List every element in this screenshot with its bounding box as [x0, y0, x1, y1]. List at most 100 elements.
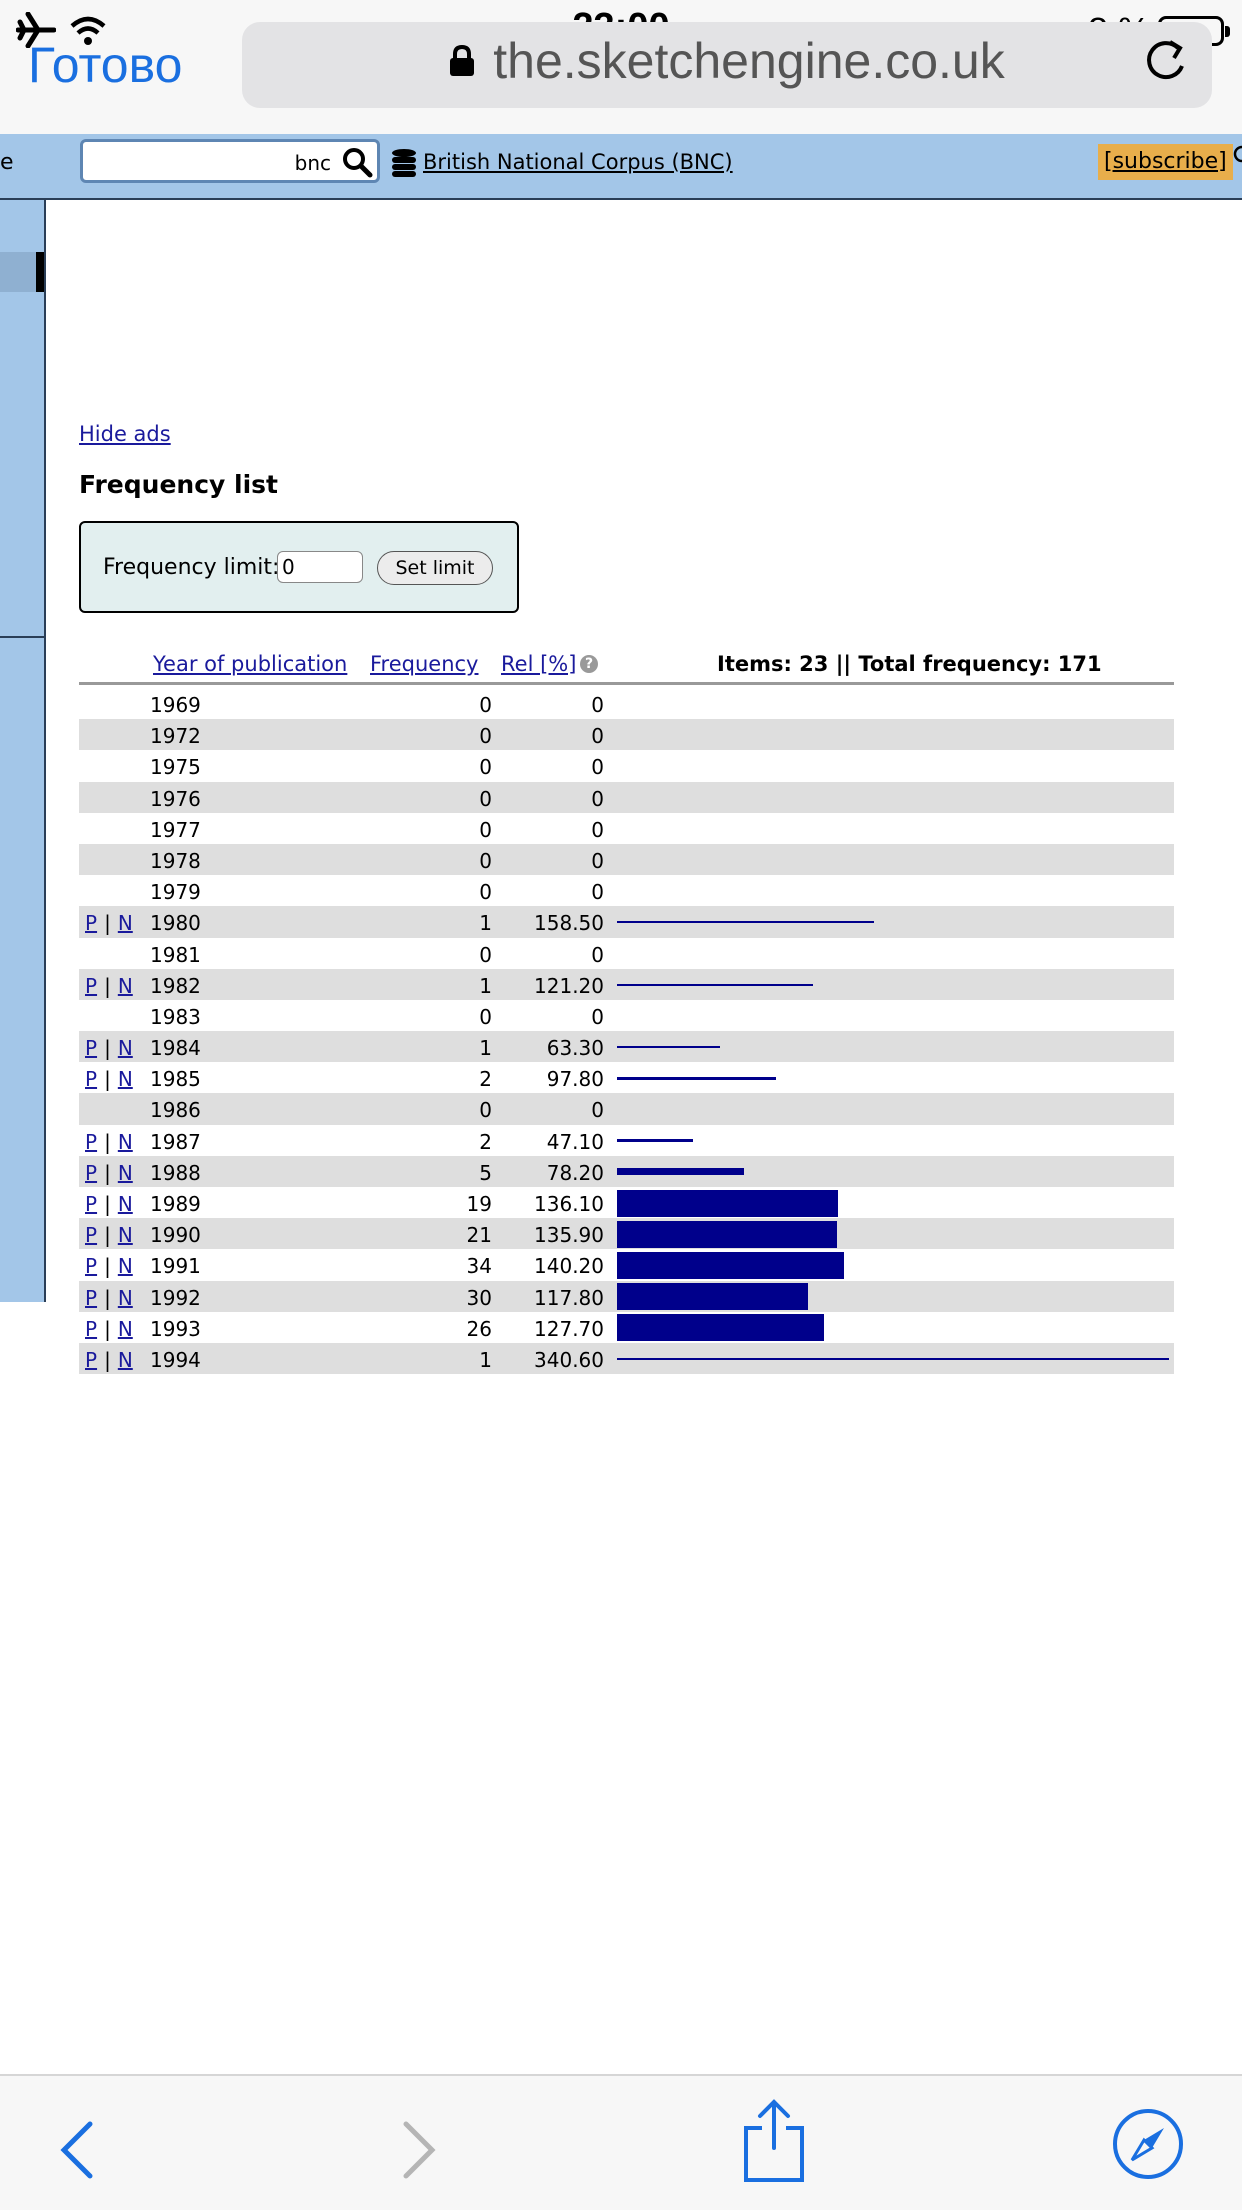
help-icon[interactable]: ?	[580, 655, 598, 673]
negative-filter-link[interactable]: N	[118, 974, 133, 998]
row-frequency: 1	[479, 911, 492, 936]
site-header: e bnc British National Corpus (BNC) [sub…	[0, 134, 1242, 200]
frequency-bar	[617, 1220, 837, 1248]
corpus-search-input[interactable]: bnc	[80, 139, 380, 183]
link-separator: |	[104, 973, 111, 998]
row-frequency: 0	[479, 755, 492, 780]
row-year: 1989	[150, 1192, 201, 1216]
share-icon[interactable]	[742, 2098, 806, 2184]
link-separator: |	[104, 1254, 111, 1279]
link-separator: |	[104, 911, 111, 936]
compass-icon[interactable]	[1112, 2108, 1184, 2180]
row-rel: 117.80	[534, 1285, 604, 1310]
negative-filter-link[interactable]: N	[118, 1223, 133, 1247]
positive-filter-link[interactable]: P	[85, 1036, 97, 1060]
negative-filter-link[interactable]: N	[118, 1254, 133, 1278]
row-rel: 0	[591, 1098, 604, 1123]
row-frequency: 0	[479, 693, 492, 717]
subscribe-link[interactable]: [subscribe]	[1098, 144, 1233, 180]
row-year: 1975	[150, 755, 201, 780]
user-icon[interactable]	[1230, 144, 1242, 174]
negative-filter-link[interactable]: N	[118, 1161, 133, 1185]
frequency-limit-input[interactable]	[277, 551, 363, 583]
hide-ads-link[interactable]: Hide ads	[79, 422, 171, 446]
frequency-bar	[617, 1357, 1169, 1360]
negative-filter-link[interactable]: N	[118, 1036, 133, 1060]
negative-filter-link[interactable]: N	[118, 1348, 133, 1372]
back-icon[interactable]	[58, 2120, 98, 2180]
positive-filter-link[interactable]: P	[85, 1254, 97, 1278]
positive-filter-link[interactable]: P	[85, 1348, 97, 1372]
row-year: 1991	[150, 1254, 201, 1279]
sort-frequency-link[interactable]: Frequency	[370, 652, 479, 676]
link-separator: |	[104, 1129, 111, 1154]
forward-icon[interactable]	[398, 2120, 438, 2180]
positive-filter-link[interactable]: P	[85, 911, 97, 935]
table-row: 1981 0 0	[79, 938, 1174, 969]
positive-filter-link[interactable]: P	[85, 1130, 97, 1154]
search-icon[interactable]	[341, 146, 373, 178]
link-separator: |	[104, 1285, 111, 1310]
row-frequency: 0	[479, 1098, 492, 1123]
positive-filter-link[interactable]: P	[85, 1317, 97, 1341]
positive-filter-link[interactable]: P	[85, 974, 97, 998]
set-limit-button[interactable]: Set limit	[377, 551, 493, 585]
negative-filter-link[interactable]: N	[118, 1286, 133, 1310]
negative-filter-link[interactable]: N	[118, 1192, 133, 1216]
table-row: P | N 1993 26 127.70	[79, 1312, 1174, 1343]
table-totals: Items: 23 || Total frequency: 171	[717, 652, 1102, 676]
table-row: 1978 0 0	[79, 843, 1174, 876]
reload-icon[interactable]	[1140, 36, 1190, 86]
row-rel: 0	[591, 848, 604, 873]
positive-filter-link[interactable]: P	[85, 1067, 97, 1091]
row-frequency: 26	[466, 1316, 492, 1341]
row-links: P | N	[85, 1317, 133, 1341]
link-separator: |	[104, 1347, 111, 1372]
positive-filter-link[interactable]: P	[85, 1286, 97, 1310]
done-button[interactable]: Готово	[28, 36, 182, 94]
row-rel: 97.80	[546, 1067, 604, 1092]
negative-filter-link[interactable]: N	[118, 1067, 133, 1091]
row-rel: 140.20	[534, 1254, 604, 1279]
sort-year-link[interactable]: Year of publication	[153, 652, 347, 676]
side-panel-selected-item[interactable]	[0, 252, 44, 292]
frequency-bar	[617, 921, 874, 924]
row-links: P | N	[85, 1067, 133, 1091]
address-bar[interactable]: the.sketchengine.co.uk	[242, 22, 1212, 108]
row-year: 1976	[150, 786, 201, 811]
negative-filter-link[interactable]: N	[118, 1130, 133, 1154]
row-rel: 0	[591, 880, 604, 905]
row-links: P | N	[85, 1161, 133, 1185]
positive-filter-link[interactable]: P	[85, 1223, 97, 1247]
page-title: Frequency list	[79, 470, 278, 499]
table-row: P | N 1989 19 136.10	[79, 1187, 1174, 1218]
negative-filter-link[interactable]: N	[118, 911, 133, 935]
row-links: P | N	[85, 1348, 133, 1372]
row-links: P | N	[85, 1036, 133, 1060]
header-cut-text: e	[0, 150, 14, 175]
sort-rel-link[interactable]: Rel [%]	[501, 652, 576, 676]
negative-filter-link[interactable]: N	[118, 1317, 133, 1341]
row-links: P | N	[85, 1286, 133, 1310]
row-rel: 0	[591, 1004, 604, 1029]
browser-toolbar	[0, 2074, 1242, 2210]
address-content: the.sketchengine.co.uk	[242, 32, 1212, 90]
link-separator: |	[104, 1067, 111, 1092]
positive-filter-link[interactable]: P	[85, 1161, 97, 1185]
row-frequency: 0	[479, 786, 492, 811]
table-row: 1977 0 0	[79, 813, 1174, 844]
link-separator: |	[104, 1223, 111, 1248]
row-links: P | N	[85, 1223, 133, 1247]
table-row: P | N 1987 2 47.10	[79, 1125, 1174, 1156]
row-rel: 63.30	[546, 1036, 604, 1061]
row-links: P | N	[85, 1130, 133, 1154]
row-year: 1978	[150, 848, 201, 873]
row-rel: 0	[591, 693, 604, 717]
frequency-bar	[617, 1168, 744, 1176]
link-separator: |	[104, 1316, 111, 1341]
positive-filter-link[interactable]: P	[85, 1192, 97, 1216]
table-row: P | N 1994 1 340.60	[79, 1342, 1174, 1375]
row-year: 1987	[150, 1129, 201, 1154]
row-rel: 0	[591, 942, 604, 967]
corpus-link[interactable]: British National Corpus (BNC)	[423, 150, 733, 174]
